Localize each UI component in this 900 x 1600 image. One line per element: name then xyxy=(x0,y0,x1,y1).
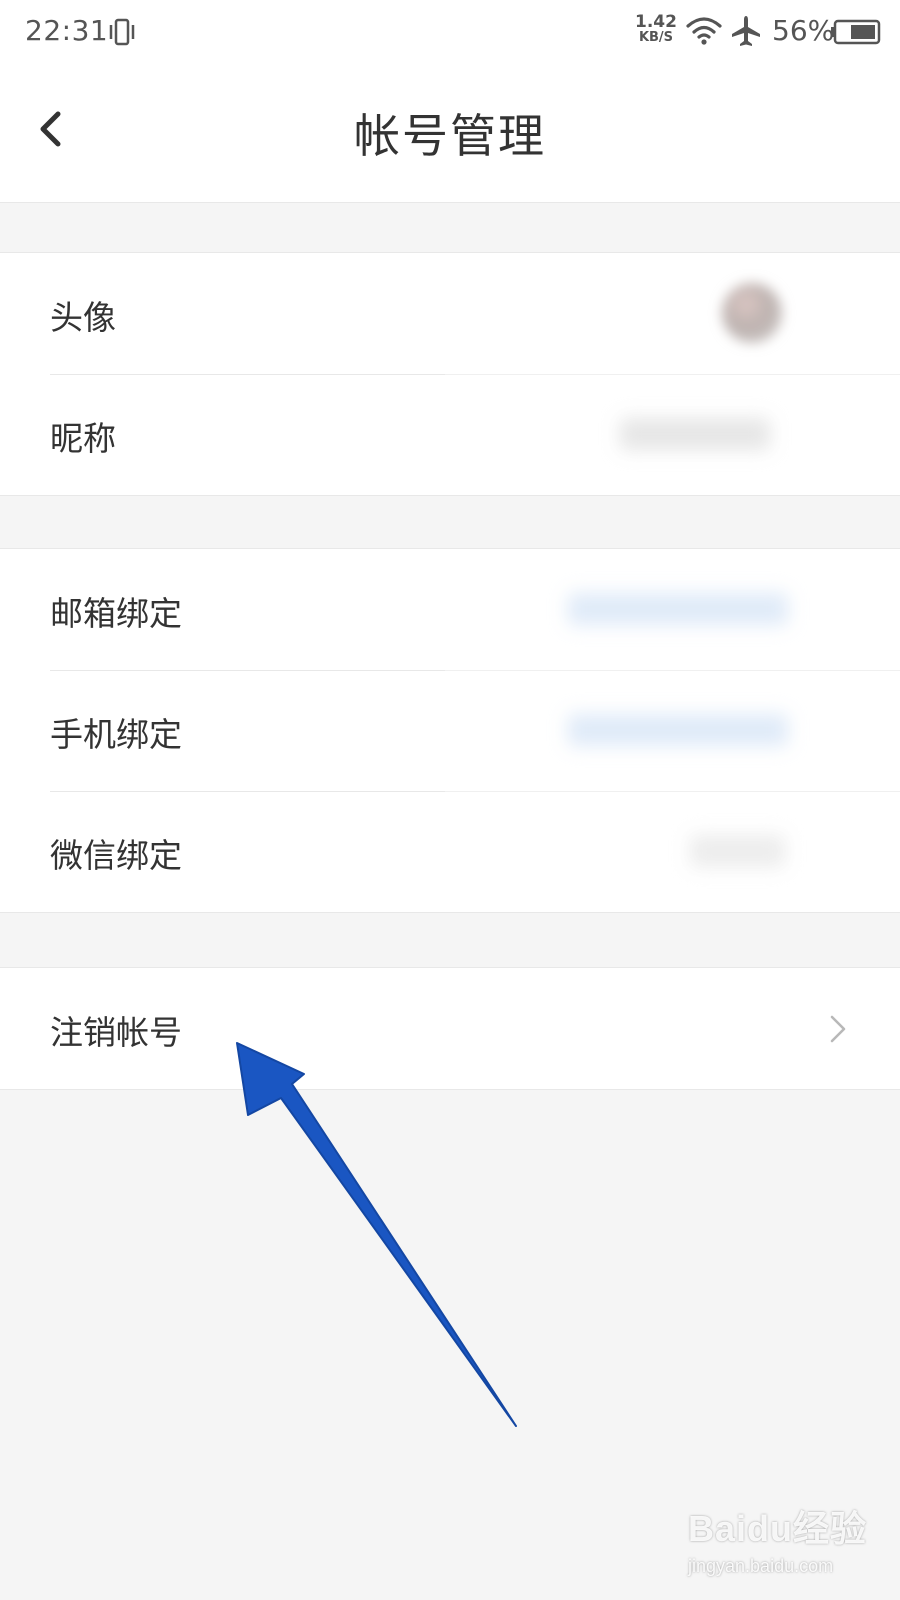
wechat-binding-row[interactable]: 微信绑定 xyxy=(0,791,900,912)
profile-group: 头像 昵称 xyxy=(0,252,900,496)
avatar xyxy=(722,283,782,343)
deactivate-group: 注销帐号 xyxy=(0,967,900,1090)
network-speed: 1.42 KB/S xyxy=(630,14,682,46)
phone-binding-label: 手机绑定 xyxy=(50,715,182,754)
avatar-label: 头像 xyxy=(50,298,116,337)
email-value-blurred xyxy=(568,593,788,625)
phone-binding-row[interactable]: 手机绑定 xyxy=(0,670,900,791)
wifi-icon xyxy=(686,17,722,45)
wechat-binding-label: 微信绑定 xyxy=(50,836,182,875)
battery-percent: 56% xyxy=(772,14,835,47)
avatar-row[interactable]: 头像 xyxy=(0,253,900,374)
phone-value-blurred xyxy=(568,714,788,746)
app-header: 帐号管理 xyxy=(0,66,900,203)
status-bar: 22:31 1.42 KB/S 56% xyxy=(0,0,900,66)
nickname-label: 昵称 xyxy=(50,419,116,458)
bindings-group: 邮箱绑定 手机绑定 微信绑定 xyxy=(0,548,900,913)
status-time: 22:31 xyxy=(25,14,109,47)
page-title: 帐号管理 xyxy=(354,109,546,163)
nickname-row[interactable]: 昵称 xyxy=(0,374,900,495)
email-binding-row[interactable]: 邮箱绑定 xyxy=(0,549,900,670)
watermark-url: jingyan.baidu.com xyxy=(688,1556,834,1576)
baidu-watermark: Baidu经验 jingyan.baidu.com xyxy=(688,1500,878,1592)
nickname-value-blurred xyxy=(620,418,770,450)
watermark-brand: Baidu经验 xyxy=(688,1508,868,1549)
battery-icon xyxy=(831,19,881,45)
wechat-value-blurred xyxy=(690,835,785,867)
vibrate-icon xyxy=(109,18,135,46)
deactivate-account-label: 注销帐号 xyxy=(50,1013,182,1052)
email-binding-label: 邮箱绑定 xyxy=(50,594,182,633)
network-speed-value: 1.42 xyxy=(635,12,677,32)
chevron-right-icon xyxy=(830,1015,846,1043)
airplane-icon xyxy=(732,16,760,46)
deactivate-account-row[interactable]: 注销帐号 xyxy=(0,968,900,1089)
network-speed-unit: KB/S xyxy=(638,30,674,45)
